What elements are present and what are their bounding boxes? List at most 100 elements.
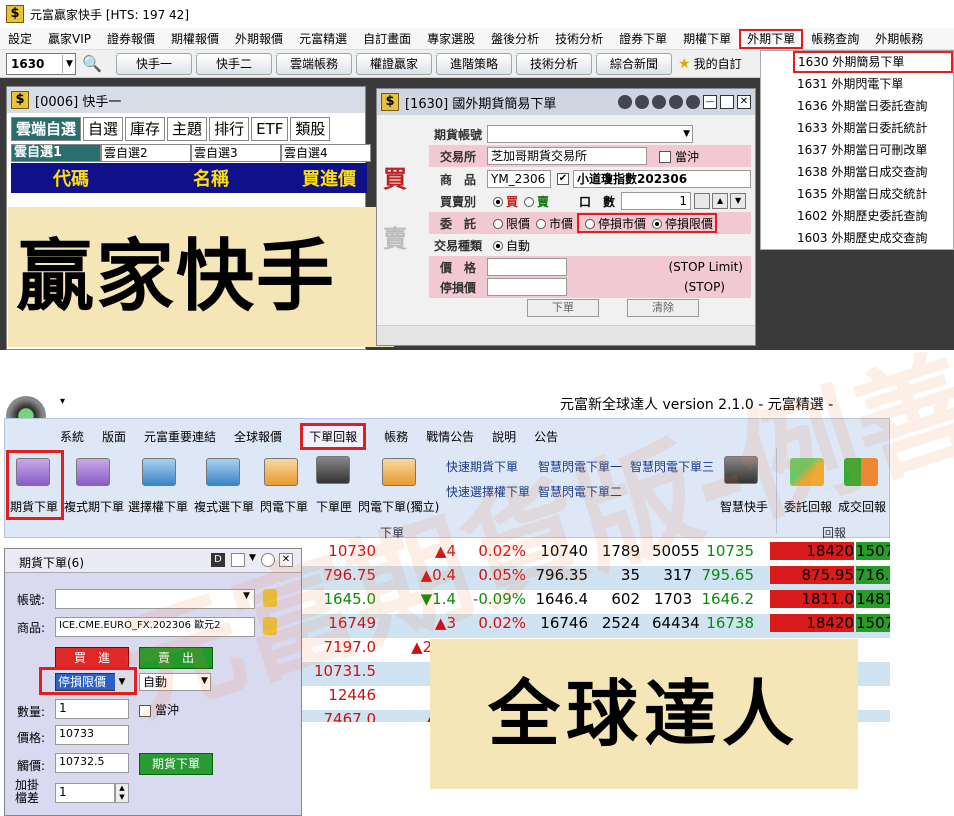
menu-option-fill-stats[interactable]: 1635 外期當日成交統計 [761, 183, 953, 205]
refresh-icon[interactable] [261, 553, 275, 567]
sell-button[interactable]: 賣 出 [139, 647, 213, 669]
toolbar-quick1-button[interactable]: 快手一 [116, 53, 192, 75]
tick-stepper-icon[interactable]: ▲ ▼ [115, 783, 129, 803]
options-order-icon[interactable] [142, 458, 176, 486]
product-code-input[interactable]: YM_2306 [487, 170, 551, 188]
combo-options-button[interactable]: 複式選下單 [194, 498, 254, 515]
close-icon[interactable]: ✕ [279, 553, 293, 567]
stop-price-input[interactable] [487, 278, 567, 296]
combo-futures-icon[interactable] [76, 458, 110, 486]
menu-option-modifiable[interactable]: 1637 外期當日可刪改單 [761, 139, 953, 161]
menu-option-history-entrust[interactable]: 1602 外期歷史委託查詢 [761, 205, 953, 227]
toolbar-strategy-button[interactable]: 進階策略 [436, 53, 512, 75]
subtab-cloud2[interactable]: 雲自選2 [101, 144, 191, 162]
flash-order-standalone-icon[interactable] [382, 458, 416, 486]
tab-war-room[interactable]: 戰情公告 [426, 428, 474, 445]
exchange-field[interactable]: 芝加哥期貨交易所 [487, 147, 647, 165]
toolbar-warrant-button[interactable]: 權證贏家 [356, 53, 432, 75]
link-fast-futures[interactable]: 快速期貨下單 [446, 458, 518, 475]
account-select[interactable] [55, 589, 255, 609]
print-icon[interactable] [652, 95, 666, 109]
combo-options-icon[interactable] [206, 458, 240, 486]
account-select[interactable]: ▼ [487, 125, 693, 143]
fill-report-button[interactable]: 成交回報 [838, 498, 886, 515]
tab-help[interactable]: 說明 [492, 428, 516, 445]
flash-order-button[interactable]: 閃電下單 [260, 498, 308, 515]
link-icon[interactable] [618, 95, 632, 109]
futures-submit-button[interactable]: 期貨下單 [139, 753, 213, 775]
menu-item-expert-pick[interactable]: 專家選股 [419, 30, 483, 47]
toolbar-technical-button[interactable]: 技術分析 [516, 53, 592, 75]
header-code[interactable]: 代碼 [11, 165, 131, 191]
qty-stepper-icon[interactable] [694, 193, 711, 209]
subtab-cloud1[interactable]: 雲自選1 [11, 144, 101, 162]
menu-option-entrust-stats[interactable]: 1633 外期當日委託統計 [761, 117, 953, 139]
qty-down-icon[interactable]: ▼ [730, 193, 747, 209]
quote-row[interactable]: 10730 ▲4 0.02% 10740 1789 50055 10735 18420 1507 [300, 542, 890, 566]
menu-item-foreign-order[interactable]: 外期下單 [739, 28, 804, 49]
subtab-cloud4[interactable]: 雲自選4 [281, 144, 371, 162]
futures-order-icon[interactable] [16, 458, 50, 486]
search-icon[interactable]: 🔍 [82, 53, 104, 75]
code-dropdown-arrow-icon[interactable]: ▼ [62, 55, 76, 73]
market-radio[interactable]: 市價 [530, 215, 573, 232]
flash-order-standalone-button[interactable]: 閃電下單(獨立) [358, 498, 439, 515]
qty-input[interactable]: 1 [55, 699, 129, 719]
window-icon[interactable] [231, 553, 245, 567]
smart-quick-button[interactable]: 智慧快手 [720, 498, 768, 515]
dock-icon[interactable]: D [211, 553, 225, 567]
toolbar-cloud-account-button[interactable]: 雲端帳務 [276, 53, 352, 75]
qty-input[interactable]: 1 [621, 192, 692, 210]
menu-item-account[interactable]: 帳務查詢 [803, 30, 867, 47]
menu-item-foreign-quote[interactable]: 外期報價 [227, 30, 291, 47]
combo-futures-button[interactable]: 複式期下單 [64, 498, 124, 515]
menu-arrow-icon[interactable]: ▼ [249, 553, 256, 563]
tick-offset-input[interactable]: 1 [55, 783, 115, 803]
tab-notice[interactable]: 公告 [534, 428, 558, 445]
minimize-icon[interactable]: — [703, 95, 717, 109]
menu-item-futopt-order[interactable]: 期權下單 [675, 30, 739, 47]
menu-item-selected[interactable]: 元富精選 [291, 30, 355, 47]
help-icon[interactable] [686, 95, 700, 109]
qty-up-icon[interactable]: ▲ [712, 193, 729, 209]
menu-item-technical[interactable]: 技術分析 [547, 30, 611, 47]
tab-global-quote[interactable]: 全球報價 [234, 428, 282, 445]
entrust-report-icon[interactable] [790, 458, 824, 486]
trigger-input[interactable]: 10732.5 [55, 753, 129, 773]
flash-order-icon[interactable] [264, 458, 298, 486]
header-bid[interactable]: 買進價 [291, 165, 367, 191]
lock-icon[interactable] [263, 589, 277, 607]
menu-option-flash-order[interactable]: 1631 外期閃電下單 [761, 73, 953, 95]
link-smart-flash2[interactable]: 智慧閃電下單二 [538, 483, 622, 500]
clear-button[interactable]: 清除 [627, 299, 699, 317]
submit-order-button[interactable]: 下單 [527, 299, 599, 317]
toolbar-my-custom-button[interactable]: ★ 我的自訂 [678, 53, 742, 75]
fill-report-icon[interactable] [844, 458, 878, 486]
stop-market-radio[interactable]: 停損市價 [579, 215, 646, 232]
quick-access-arrow-icon[interactable]: ▾ [60, 396, 65, 407]
tab-inventory[interactable]: 庫存 [125, 117, 166, 141]
futures-order-button[interactable]: 期貨下單 [10, 498, 58, 515]
smart-quick-icon[interactable] [724, 456, 758, 484]
order-box-icon[interactable] [316, 456, 350, 484]
menu-option-fill-query[interactable]: 1638 外期當日成交查詢 [761, 161, 953, 183]
tab-ranking[interactable]: 排行 [209, 117, 250, 141]
menu-item-foreign-account[interactable]: 外期帳務 [867, 30, 931, 47]
menu-item-stock-quote[interactable]: 證券報價 [99, 30, 163, 47]
info-icon[interactable] [635, 95, 649, 109]
pin-icon[interactable] [669, 95, 683, 109]
header-name[interactable]: 名稱 [131, 165, 291, 191]
limit-radio[interactable]: 限價 [487, 215, 530, 232]
quote-row[interactable]: 16749 ▲3 0.02% 16746 2524 64434 16738 18420 1507 [300, 614, 890, 638]
daytrade-checkbox[interactable]: 當沖 [659, 148, 699, 165]
link-smart-flash3[interactable]: 智慧閃電下單三 [630, 458, 714, 475]
product-check-icon[interactable]: ✔ [557, 173, 569, 185]
daytrade-checkbox[interactable]: 當沖 [139, 701, 179, 718]
tab-order-report[interactable]: 下單回報 [300, 422, 367, 450]
order-box-button[interactable]: 下單匣 [316, 498, 352, 515]
menu-item-after-hours[interactable]: 盤後分析 [483, 30, 547, 47]
tab-system[interactable]: 系統 [60, 428, 84, 445]
menu-item-vip[interactable]: 贏家VIP [40, 30, 99, 47]
buy-button[interactable]: 買 進 [55, 647, 129, 669]
toolbar-quick2-button[interactable]: 快手二 [196, 53, 272, 75]
